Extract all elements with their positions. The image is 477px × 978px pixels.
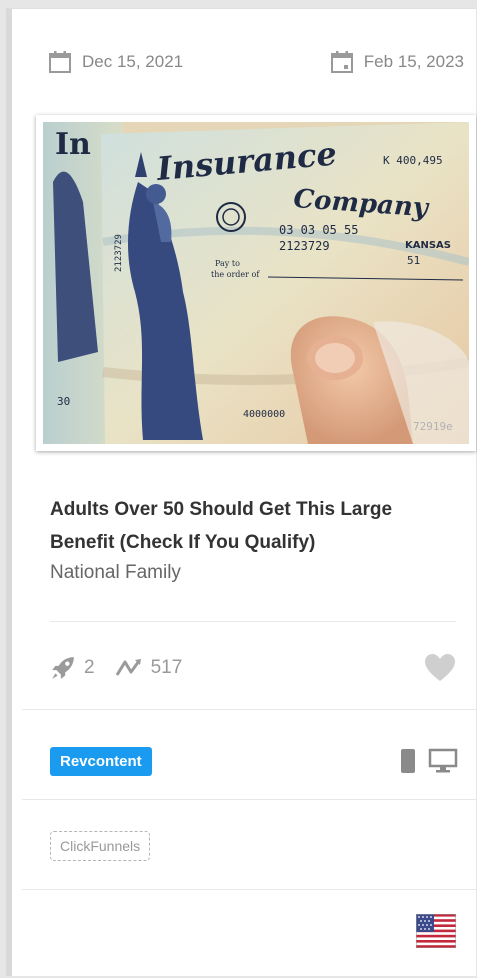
- svg-text:the order of: the order of: [211, 270, 260, 279]
- ad-title[interactable]: Adults Over 50 Should Get This Large Ben…: [50, 493, 456, 559]
- network-badge[interactable]: Revcontent: [50, 746, 152, 776]
- ad-source[interactable]: National Family: [50, 562, 181, 584]
- calendar-icon: [49, 51, 71, 73]
- divider: [22, 889, 476, 890]
- rocket-count: 2: [84, 657, 95, 678]
- ad-image-frame[interactable]: In Insurance Company K 400,495 03 03 05 …: [36, 115, 476, 451]
- tech-badge[interactable]: ClickFunnels: [50, 831, 151, 861]
- divider: [22, 799, 476, 800]
- svg-text:51: 51: [407, 254, 420, 267]
- date-row: Dec 15, 2021 Feb 15, 2023: [48, 47, 464, 77]
- calendar-icon: [330, 51, 353, 73]
- stats-row: 2 517: [50, 651, 456, 685]
- device-icons: [400, 748, 458, 774]
- svg-text:2123729: 2123729: [279, 239, 330, 253]
- rocket-icon: [52, 657, 74, 679]
- svg-text:In: In: [55, 127, 91, 162]
- svg-text:03 03 05 55: 03 03 05 55: [279, 223, 358, 237]
- ad-card[interactable]: Dec 15, 2021 Feb 15, 2023 In Insurance C…: [6, 8, 476, 976]
- mobile-icon: [401, 749, 415, 773]
- svg-text:Pay to: Pay to: [215, 259, 240, 268]
- svg-text:2123729: 2123729: [114, 234, 124, 272]
- trend-stat: 517: [115, 657, 183, 679]
- svg-text:K 400,495: K 400,495: [383, 154, 443, 167]
- trend-count: 517: [150, 657, 183, 678]
- us-flag-icon: [416, 914, 456, 948]
- first-seen-date: Dec 15, 2021: [48, 50, 183, 74]
- heart-icon[interactable]: [424, 653, 456, 683]
- rocket-stat: 2: [50, 655, 95, 681]
- divider: [50, 621, 456, 622]
- last-seen-text: Feb 15, 2023: [363, 52, 464, 71]
- network-row: Revcontent: [50, 744, 458, 778]
- first-seen-text: Dec 15, 2021: [82, 52, 184, 71]
- svg-text:KANSAS: KANSAS: [405, 240, 451, 251]
- divider: [22, 709, 476, 710]
- ad-image[interactable]: In Insurance Company K 400,495 03 03 05 …: [43, 122, 469, 444]
- last-seen-date: Feb 15, 2023: [330, 50, 464, 74]
- desktop-icon: [428, 748, 458, 773]
- trend-icon: [115, 659, 141, 676]
- svg-text:30: 30: [57, 395, 70, 408]
- svg-text:4000000: 4000000: [243, 409, 285, 420]
